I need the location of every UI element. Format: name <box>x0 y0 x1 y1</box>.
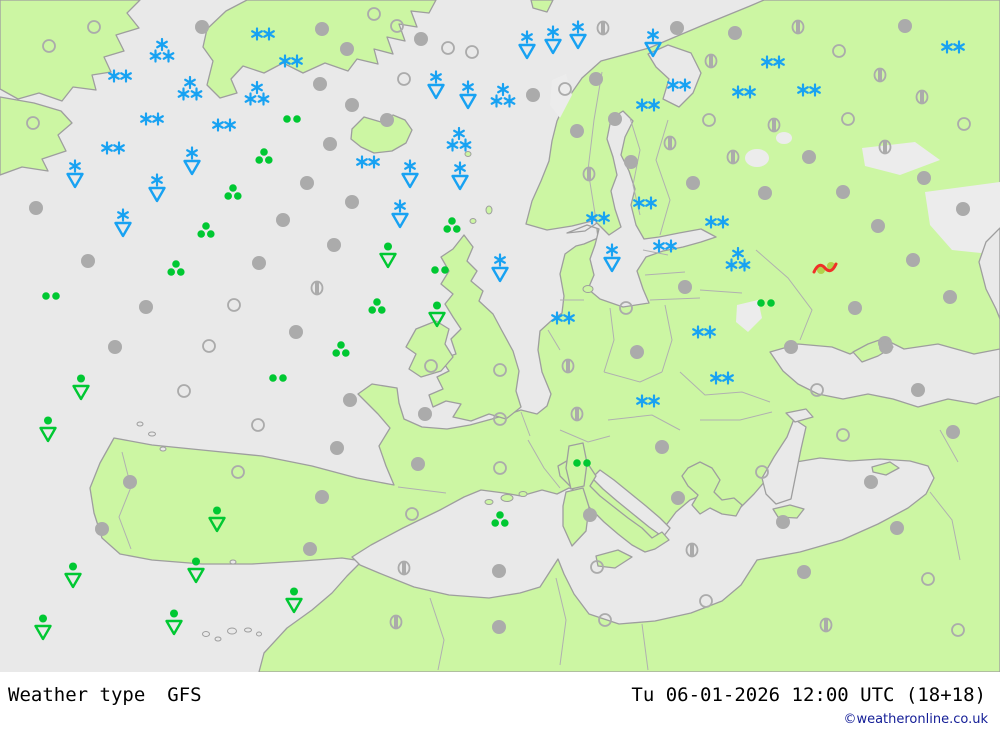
symbol-cloudy-icon <box>300 176 314 190</box>
symbol-cloudy-icon <box>943 290 957 304</box>
symbol-cloudy-icon <box>848 301 862 315</box>
symbol-cloudy-icon <box>784 340 798 354</box>
copyright-link[interactable]: ©weatheronline.co.uk <box>843 712 988 727</box>
symbol-cloudy-icon <box>671 491 685 505</box>
europe-weather-map <box>0 0 1000 672</box>
map-area <box>0 0 1000 672</box>
land-mallorca <box>501 495 513 502</box>
symbol-cloudy-icon <box>252 256 266 270</box>
symbol-cloudy-icon <box>315 490 329 504</box>
symbol-cloudy-icon <box>776 515 790 529</box>
footer-caption-row: Weather type GFS Tu 06-01-2026 12:00 UTC… <box>0 672 1000 706</box>
symbol-cloudy-icon <box>327 238 341 252</box>
footer-bar: Weather type GFS Tu 06-01-2026 12:00 UTC… <box>0 672 1000 733</box>
symbol-cloudy-icon <box>898 19 912 33</box>
land-shetland <box>486 206 492 214</box>
symbol-cloudy-icon <box>276 213 290 227</box>
symbol-cloudy-icon <box>608 112 622 126</box>
symbol-cloudy-icon <box>492 564 506 578</box>
symbol-cloudy-icon <box>303 542 317 556</box>
symbol-cloudy-icon <box>313 77 327 91</box>
symbol-cloudy-icon <box>139 300 153 314</box>
symbol-cloudy-icon <box>670 21 684 35</box>
symbol-cloudy-icon <box>29 201 43 215</box>
symbol-cloudy-icon <box>414 32 428 46</box>
symbol-cloudy-icon <box>95 522 109 536</box>
symbol-cloudy-icon <box>526 88 540 102</box>
symbol-cloudy-icon <box>879 340 893 354</box>
land-menorca <box>519 492 527 497</box>
symbol-cloudy-icon <box>589 72 603 86</box>
model-label: GFS <box>167 684 201 706</box>
symbol-cloudy-icon <box>802 150 816 164</box>
symbol-cloudy-icon <box>871 219 885 233</box>
symbol-cloudy-icon <box>108 340 122 354</box>
symbol-cloudy-icon <box>289 325 303 339</box>
symbol-cloudy-icon <box>323 137 337 151</box>
symbol-cloudy-icon <box>655 440 669 454</box>
land-faroe <box>465 152 471 157</box>
copyright-line: ©weatheronline.co.uk <box>843 712 988 727</box>
symbol-cloudy-icon <box>946 425 960 439</box>
symbol-cloudy-icon <box>906 253 920 267</box>
timestamp-label: Tu 06-01-2026 12:00 UTC (18+18) <box>631 684 986 706</box>
weather-map-screenshot: Weather type GFS Tu 06-01-2026 12:00 UTC… <box>0 0 1000 733</box>
symbol-cloudy-icon <box>418 407 432 421</box>
symbol-cloudy-icon <box>411 457 425 471</box>
land-orkney <box>470 219 476 224</box>
symbol-cloudy-icon <box>343 393 357 407</box>
symbol-cloudy-icon <box>123 475 137 489</box>
symbol-cloudy-icon <box>345 98 359 112</box>
symbol-cloudy-icon <box>686 176 700 190</box>
symbol-cloudy-icon <box>758 186 772 200</box>
symbol-cloudy-icon <box>570 124 584 138</box>
symbol-cloudy-icon <box>836 185 850 199</box>
product-label: Weather type <box>8 684 145 706</box>
symbol-cloudy-icon <box>330 441 344 455</box>
symbol-cloudy-icon <box>678 280 692 294</box>
land-ibiza <box>485 500 493 505</box>
symbol-cloudy-icon <box>345 195 359 209</box>
symbol-cloudy-icon <box>624 155 638 169</box>
symbol-cloudy-icon <box>890 521 904 535</box>
symbol-cloudy-icon <box>195 20 209 34</box>
symbol-cloudy-icon <box>630 345 644 359</box>
symbol-cloudy-icon <box>864 475 878 489</box>
symbol-cloudy-icon <box>380 113 394 127</box>
symbol-cloudy-icon <box>340 42 354 56</box>
symbol-cloudy-icon <box>917 171 931 185</box>
symbol-cloudy-icon <box>797 565 811 579</box>
symbol-cloudy-icon <box>956 202 970 216</box>
symbol-cloudy-icon <box>315 22 329 36</box>
symbol-cloudy-icon <box>911 383 925 397</box>
land-zealand <box>583 286 593 293</box>
symbol-cloudy-icon <box>583 508 597 522</box>
symbol-cloudy-icon <box>492 620 506 634</box>
symbol-cloudy-icon <box>81 254 95 268</box>
symbol-cloudy-icon <box>728 26 742 40</box>
